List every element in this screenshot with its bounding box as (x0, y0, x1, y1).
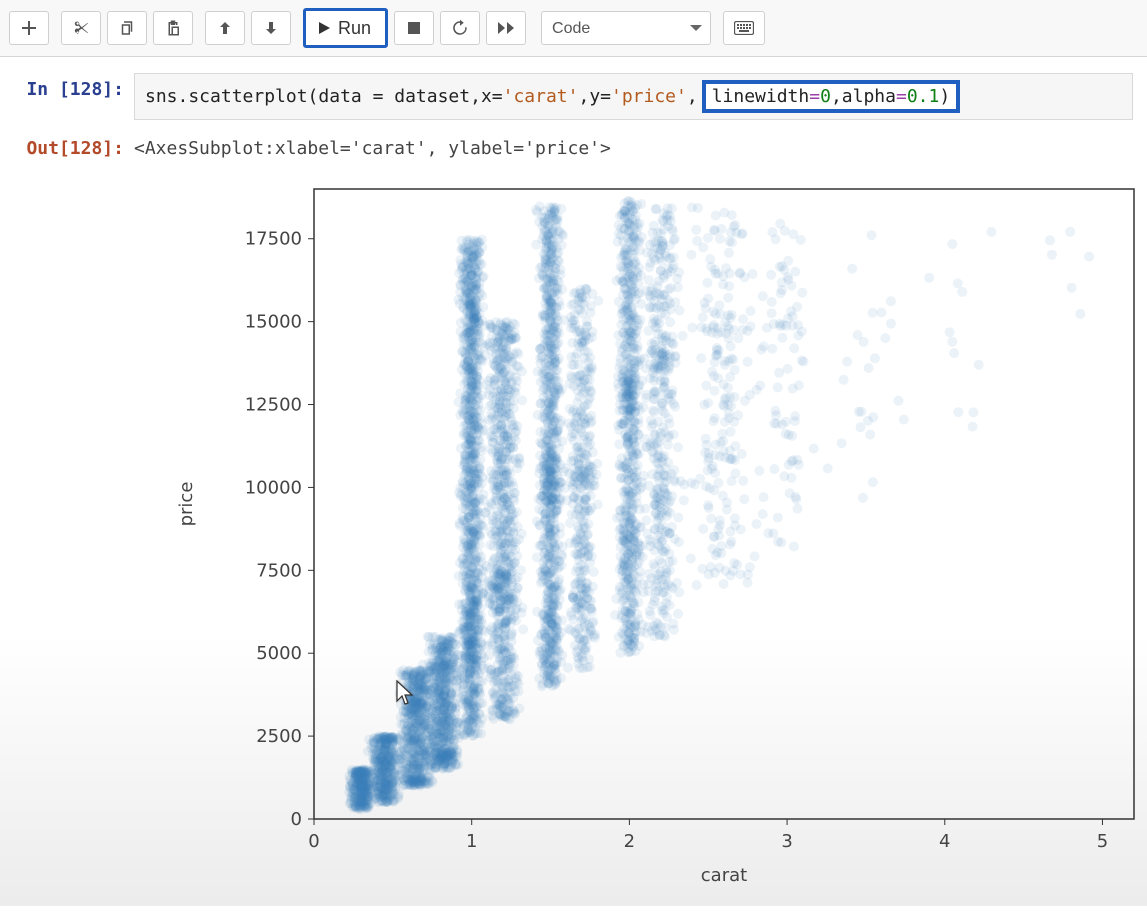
cell-type-select[interactable]: Code (541, 11, 711, 45)
restart-run-all-button[interactable] (486, 11, 526, 45)
svg-text:17500: 17500 (245, 229, 302, 250)
notebook-toolbar: Run Code (0, 0, 1147, 57)
svg-text:carat: carat (701, 865, 747, 886)
restart-button[interactable] (440, 11, 480, 45)
scatter-chart: 0 1 2 3 4 5 0 2500 5000 7500 10000 12500 15000 17500 c… (154, 179, 1147, 904)
play-icon (316, 20, 332, 36)
arrow-up-icon (217, 20, 233, 36)
plus-icon (21, 20, 37, 36)
copy-cell-button[interactable] (107, 11, 147, 45)
cut-cell-button[interactable] (61, 11, 101, 45)
restart-icon (451, 19, 469, 37)
paste-icon (164, 19, 182, 37)
svg-text:1: 1 (466, 831, 477, 852)
command-palette-button[interactable] (723, 11, 765, 45)
svg-text:2: 2 (624, 831, 635, 852)
output-prompt: Out[128]: (14, 132, 134, 159)
interrupt-button[interactable] (394, 11, 434, 45)
fast-forward-icon (497, 20, 515, 36)
chart-svg: 0 1 2 3 4 5 0 2500 5000 7500 10000 12500 15000 17500 c… (154, 179, 1147, 899)
move-down-button[interactable] (251, 11, 291, 45)
svg-text:5: 5 (1097, 831, 1108, 852)
output-cell: Out[128]: <AxesSubplot:xlabel='carat', y… (14, 132, 1133, 159)
svg-text:5000: 5000 (256, 643, 302, 664)
svg-text:3: 3 (781, 831, 792, 852)
code-input-area[interactable]: sns.scatterplot(data = dataset,x='carat'… (134, 73, 1133, 120)
copy-icon (118, 19, 136, 37)
svg-text:0: 0 (291, 809, 302, 830)
run-button-label: Run (338, 18, 371, 39)
svg-text:7500: 7500 (256, 560, 302, 581)
svg-text:15000: 15000 (245, 312, 302, 333)
code-text: sns.scatterplot(data = dataset,x='carat'… (145, 86, 698, 107)
paste-cell-button[interactable] (153, 11, 193, 45)
svg-text:0: 0 (308, 831, 319, 852)
output-text: <AxesSubplot:xlabel='carat', ylabel='pri… (134, 132, 1133, 159)
scissors-icon (72, 19, 90, 37)
input-prompt: In [128]: (14, 73, 134, 100)
code-highlight-box: linewidth=0,alpha=0.1) (702, 80, 960, 113)
stop-icon (407, 21, 421, 35)
code-cell[interactable]: In [128]: sns.scatterplot(data = dataset… (14, 73, 1133, 120)
svg-text:4: 4 (939, 831, 950, 852)
svg-text:10000: 10000 (245, 477, 302, 498)
svg-text:price: price (176, 482, 197, 527)
arrow-down-icon (263, 20, 279, 36)
add-cell-button[interactable] (9, 11, 49, 45)
svg-text:2500: 2500 (256, 726, 302, 747)
svg-text:12500: 12500 (245, 395, 302, 416)
move-up-button[interactable] (205, 11, 245, 45)
notebook-area: In [128]: sns.scatterplot(data = dataset… (0, 57, 1147, 924)
run-button[interactable]: Run (303, 8, 388, 48)
keyboard-icon (734, 21, 754, 35)
